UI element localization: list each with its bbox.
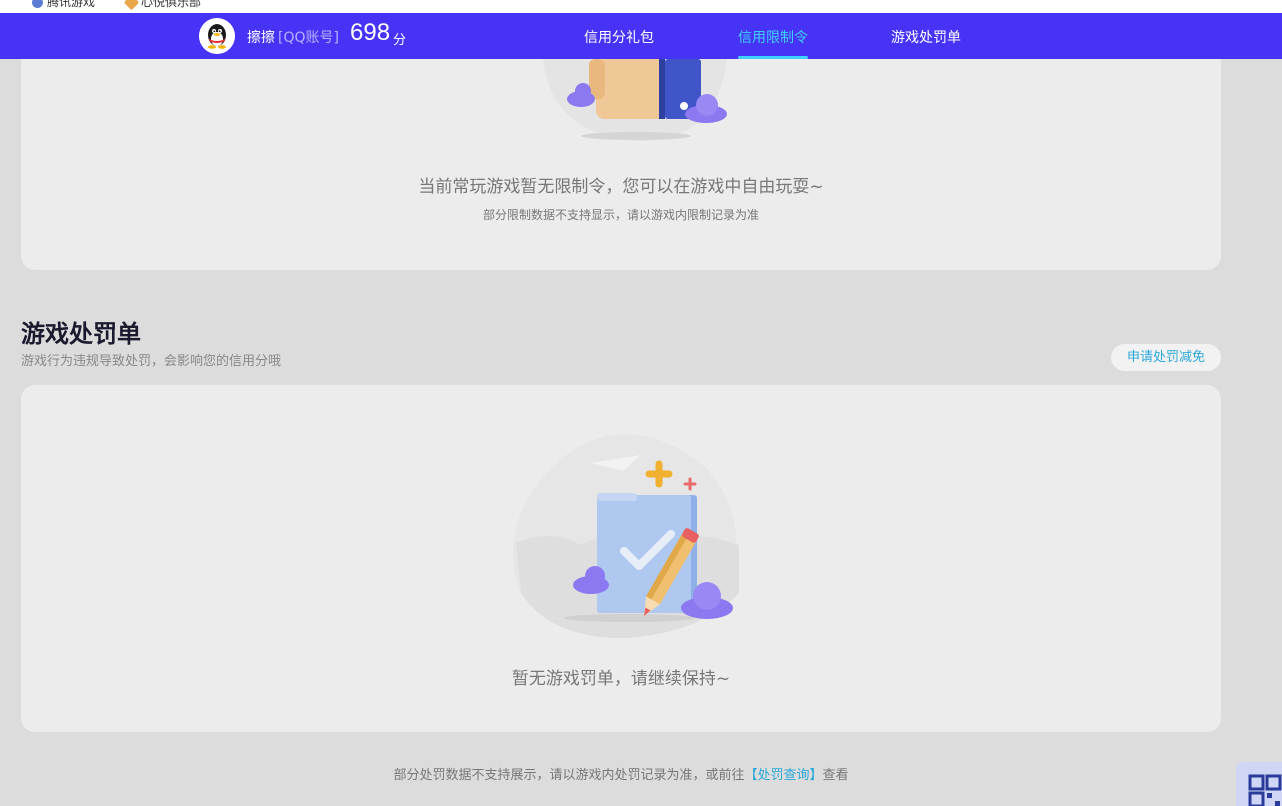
section-subtitle: 游戏行为违规导致处罚，会影响您的信用分哦 <box>21 354 282 369</box>
username: 擦擦 <box>247 30 275 46</box>
diamond-icon <box>123 0 140 11</box>
penalty-query-link[interactable]: 【处罚查询】 <box>744 768 822 783</box>
empty-penalty-illustration <box>513 434 739 639</box>
apply-penalty-reduction-button[interactable]: 申请处罚减免 <box>1111 344 1221 371</box>
top-nav: 擦擦 [QQ账号] 698 分 信用分礼包 信用限制令 游戏处罚单 <box>0 13 1282 59</box>
restriction-empty-text: 当前常玩游戏暂无限制令，您可以在游戏中自由玩耍~ <box>418 177 824 197</box>
globe-icon <box>32 0 43 8</box>
penalty-footer-note: 部分处罚数据不支持展示，请以游戏内处罚记录为准，或前往【处罚查询】查看 <box>393 768 849 783</box>
tab-credit-restriction[interactable]: 信用限制令 <box>738 27 808 47</box>
score-unit: 分 <box>393 33 407 48</box>
restriction-card: 当前常玩游戏暂无限制令，您可以在游戏中自由玩耍~ 部分限制数据不支持显示，请以游… <box>21 59 1221 270</box>
tab-credit-gift[interactable]: 信用分礼包 <box>584 27 654 47</box>
section-title: 游戏处罚单 <box>21 320 141 348</box>
credit-score: 698 <box>350 19 391 46</box>
account-type: [QQ账号] <box>278 30 339 46</box>
qq-penguin-icon <box>199 18 235 54</box>
penalty-empty-text: 暂无游戏罚单，请继续保持~ <box>511 669 731 689</box>
bookmark-item[interactable]: 腾讯游戏 <box>32 0 95 10</box>
penalty-card: 暂无游戏罚单，请继续保持~ <box>21 385 1221 732</box>
tab-game-penalty[interactable]: 游戏处罚单 <box>891 27 961 47</box>
avatar[interactable] <box>199 18 235 54</box>
bookmark-bar: 腾讯游戏 心悦俱乐部 <box>0 0 1282 13</box>
empty-restriction-illustration <box>543 59 727 142</box>
restriction-note: 部分限制数据不支持显示，请以游戏内限制记录为准 <box>482 208 759 222</box>
bookmark-item[interactable]: 心悦俱乐部 <box>123 0 201 11</box>
qr-code-tab[interactable] <box>1236 762 1282 806</box>
qr-code-icon <box>1248 774 1282 806</box>
